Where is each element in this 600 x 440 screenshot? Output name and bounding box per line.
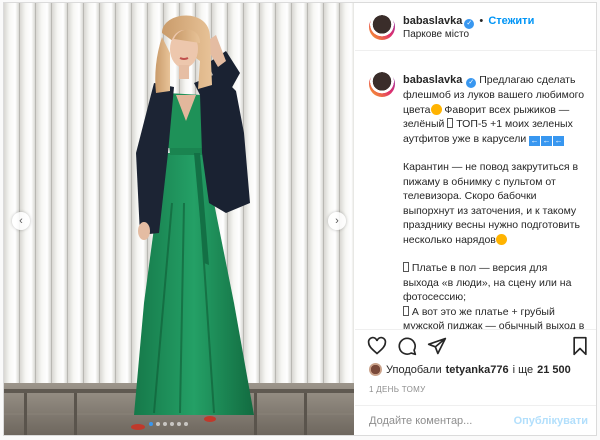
action-bar [355,333,596,361]
avatar[interactable] [369,14,395,40]
photo-illustration [4,3,354,435]
comment-input[interactable] [369,413,519,429]
post-photo[interactable]: ‹ › [4,3,354,435]
likes-summary: Уподобали tetyanka776 і ще 21 500 [369,363,571,376]
location-link[interactable]: Паркове місто [403,29,469,40]
caption-username[interactable]: babaslavka [403,74,462,86]
verified-badge-icon: ✓ [464,19,475,29]
bookmark-icon[interactable] [571,336,589,356]
comment-icon[interactable] [397,336,417,356]
caption-p2: Карантин — не повод закрутиться в пижаму… [403,161,580,246]
emoji-icon [495,233,507,245]
likes-prefix: Уподобали [386,363,442,376]
post-header: babaslavka ✓ • Стежити Паркове місто [355,3,596,51]
liker-username[interactable]: tetyanka776 [446,364,509,376]
publish-button[interactable]: Опублікувати [514,415,588,427]
carousel-prev-button[interactable]: ‹ [12,212,30,230]
header-user-row: babaslavka ✓ • Стежити [403,15,534,29]
instagram-post: ‹ › babaslavka✓ • Стежити Паркове місто [3,2,597,436]
comment-form: Опублікувати [355,405,596,436]
carousel-indicator [149,422,188,426]
carousel-dot [170,422,174,426]
username-link[interactable]: babaslavka [403,15,462,27]
carousel-dot [177,422,181,426]
heart-icon[interactable] [367,336,387,356]
arrow-left-emoji-icon: ← [553,135,565,146]
likes-count[interactable]: 21 500 [537,364,571,376]
verified-badge-icon: ✓ [466,78,477,88]
arrow-left-emoji-icon: ← [529,135,541,146]
carousel-dot [184,422,188,426]
chevron-left-icon: ‹ [19,215,23,227]
caption-p3-a: Платье в пол — версия для выхода «в люди… [403,262,572,303]
carousel-next-button[interactable]: › [328,212,346,230]
caption-text: babaslavka ✓ Предлагаю сделать флешмоб из… [403,73,585,330]
carousel-dot [163,422,167,426]
caption-area: babaslavka ✓ Предлагаю сделать флешмоб из… [355,51,596,330]
header-separator: • [479,15,484,27]
follow-button[interactable]: Стежити [488,15,534,27]
liker-avatar[interactable] [369,363,382,376]
share-icon[interactable] [427,336,447,356]
likes-joiner: і ще [512,363,534,376]
post-side-panel: babaslavka ✓ • Стежити Паркове місто baba… [355,3,596,435]
caption-avatar[interactable] [369,71,395,97]
carousel-dot [149,422,153,426]
caption-p3-b: А вот это же платье + грубый мужской пид… [403,305,585,330]
chevron-right-icon: › [335,215,339,227]
arrow-left-emoji-icon: ← [541,135,553,146]
emoji-icon [430,103,442,115]
post-timestamp[interactable]: 1 ДЕНЬ ТОМУ [369,385,425,394]
carousel-dot [156,422,160,426]
